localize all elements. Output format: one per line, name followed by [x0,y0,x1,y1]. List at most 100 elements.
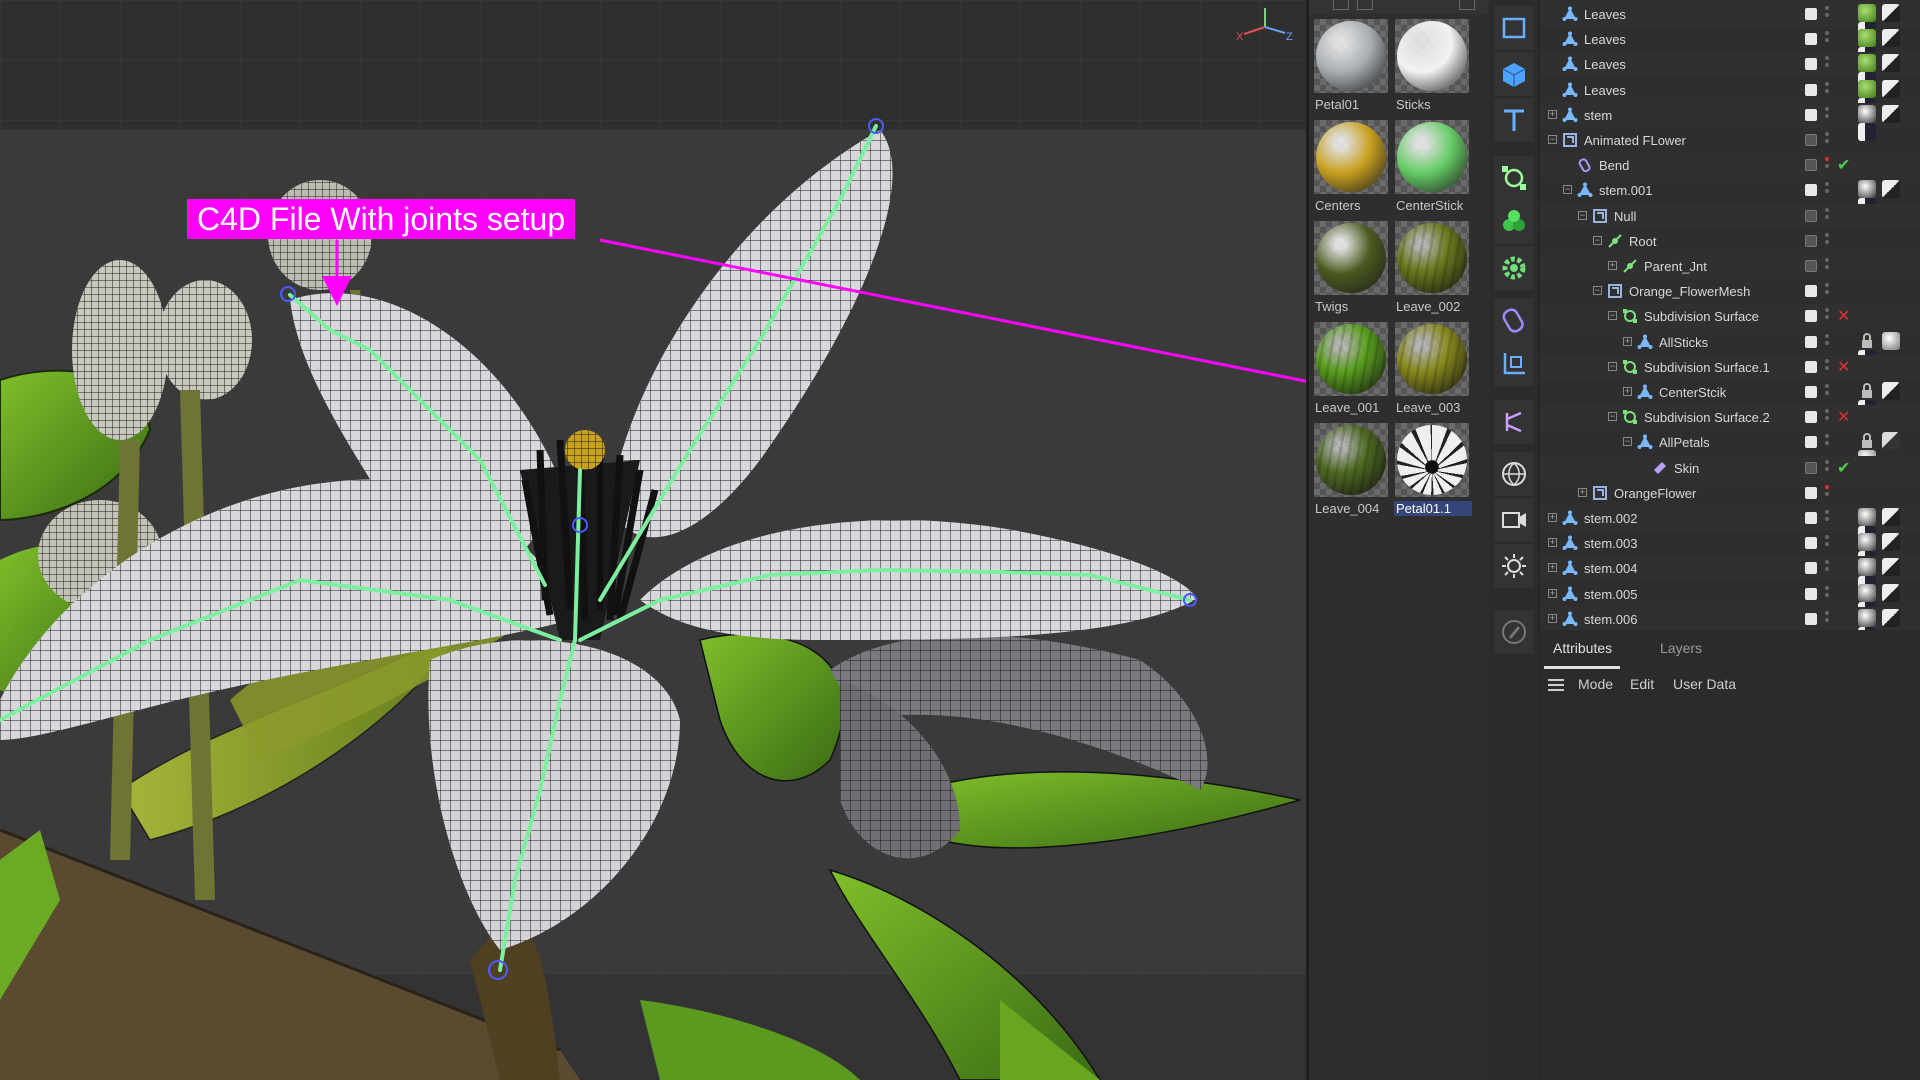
enabled-check-icon[interactable]: ✔ [1837,155,1850,175]
object-name[interactable]: stem.005 [1584,587,1637,602]
tool-button[interactable] [1492,400,1536,444]
visibility-dots-icon[interactable] [1825,484,1830,501]
material-tag-icon[interactable] [1882,4,1900,22]
object-name[interactable]: Subdivision Surface.1 [1644,360,1770,375]
object-name[interactable]: OrangeFlower [1614,486,1696,501]
object-row[interactable]: − Null [1540,203,1920,229]
disabled-x-icon[interactable]: ✕ [1837,407,1850,427]
toolbar-tab-icon[interactable] [1459,0,1475,10]
tool-button[interactable] [1492,298,1536,342]
layer-color-box[interactable] [1805,486,1817,499]
tool-button[interactable] [1492,98,1536,142]
object-name[interactable]: stem.002 [1584,511,1637,526]
material-swatch[interactable]: Petal01.1 [1393,421,1472,519]
material-tag-icon[interactable] [1858,54,1876,73]
layer-color-box[interactable] [1805,360,1817,373]
collapse-icon[interactable]: − [1578,210,1587,220]
material-tag-icon[interactable] [1858,180,1876,199]
collapse-icon[interactable]: − [1593,286,1602,296]
layer-color-box[interactable] [1805,537,1817,550]
material-swatch[interactable]: Leave_002 [1393,219,1471,317]
object-row[interactable]: − stem.001 [1540,178,1920,217]
visibility-dots-icon[interactable] [1825,232,1830,249]
layer-color-box[interactable] [1805,562,1817,575]
object-name[interactable]: AllSticks [1659,335,1708,350]
visibility-dots-icon[interactable] [1825,106,1830,123]
object-row[interactable]: + stem.003 [1540,531,1920,570]
collapse-icon[interactable]: − [1593,235,1602,245]
material-tag-icon[interactable] [1858,79,1876,98]
object-name[interactable]: stem [1584,108,1612,123]
collapse-icon[interactable]: − [1563,185,1572,195]
visibility-dots-icon[interactable] [1825,610,1830,627]
layer-color-box[interactable] [1805,184,1817,197]
layer-color-box[interactable] [1805,512,1817,524]
disabled-x-icon[interactable]: ✕ [1837,306,1850,326]
object-name[interactable]: stem.006 [1584,612,1637,627]
collapse-icon[interactable]: − [1608,311,1617,321]
toolbar-tab-icon[interactable] [1333,0,1349,10]
object-name[interactable]: Animated FLower [1584,133,1686,148]
visibility-dots-icon[interactable] [1825,157,1830,173]
menu-user-data[interactable]: User Data [1673,676,1736,692]
object-row[interactable]: − AllPetals [1540,430,1920,469]
object-name[interactable]: Leaves [1584,57,1626,72]
tool-button[interactable] [1492,498,1536,542]
material-swatch[interactable]: Leave_003 [1393,320,1471,418]
material-tag-icon[interactable] [1882,79,1900,98]
expand-icon[interactable]: + [1623,387,1632,396]
visibility-dots-icon[interactable] [1825,510,1830,526]
expand-icon[interactable]: + [1548,563,1557,573]
visibility-dots-icon[interactable] [1825,409,1830,425]
object-name[interactable]: Subdivision Surface [1644,309,1759,324]
expand-icon[interactable]: + [1548,588,1557,598]
visibility-dots-icon[interactable] [1825,434,1830,450]
object-name[interactable]: stem.004 [1584,561,1637,576]
object-name[interactable]: Leaves [1584,7,1626,22]
menu-mode[interactable]: Mode [1578,676,1613,692]
layer-color-box[interactable] [1805,58,1817,71]
material-tag-icon[interactable] [1858,583,1876,602]
layer-color-box[interactable] [1805,134,1817,146]
expand-icon[interactable]: + [1548,109,1557,119]
tool-button[interactable] [1492,6,1536,50]
material-tag-icon[interactable] [1858,104,1876,123]
layer-color-box[interactable] [1805,285,1817,298]
object-name[interactable]: stem.003 [1584,536,1637,551]
object-name[interactable]: Bend [1599,158,1629,173]
layer-color-box[interactable] [1805,587,1817,600]
object-row[interactable]: − Animated FLower [1540,128,1920,153]
material-tag-icon[interactable] [1882,508,1900,526]
material-swatch[interactable]: Leave_001 [1312,320,1390,418]
material-tag-icon[interactable] [1858,533,1876,552]
material-tag-icon[interactable] [1882,180,1900,199]
expand-icon[interactable]: + [1548,613,1557,623]
layer-color-box[interactable] [1805,386,1817,398]
layer-color-box[interactable] [1805,159,1817,172]
object-row[interactable]: + stem.006 [1540,606,1920,645]
object-row[interactable]: Bend ✔ [1540,153,1920,179]
visibility-dots-icon[interactable] [1825,31,1830,47]
visibility-dots-icon[interactable] [1825,585,1830,602]
visibility-dots-icon[interactable] [1825,358,1830,375]
object-row[interactable]: + CenterStcik [1540,380,1920,418]
object-name[interactable]: Skin [1674,461,1699,476]
object-row[interactable]: Leaves [1540,52,1920,91]
material-swatch[interactable]: CenterStick [1393,118,1471,216]
material-swatch[interactable]: Leave_004 [1312,421,1390,519]
material-tag-icon[interactable] [1882,583,1900,602]
expand-icon[interactable]: + [1608,261,1617,270]
object-row[interactable]: + stem.002 [1540,506,1920,544]
lock-icon[interactable] [1858,432,1876,450]
object-row[interactable]: + OrangeFlower [1540,481,1920,506]
material-tag-icon[interactable] [1882,382,1900,400]
disabled-x-icon[interactable]: ✕ [1837,357,1850,377]
expand-icon[interactable]: + [1623,336,1632,346]
object-row[interactable]: Leaves [1540,2,1920,40]
object-row[interactable]: − Root [1540,229,1920,254]
layer-color-box[interactable] [1805,8,1817,20]
toolbar-tab-icon[interactable] [1357,0,1373,10]
object-row[interactable]: + stem.004 [1540,556,1920,595]
object-name[interactable]: CenterStcik [1659,385,1726,400]
object-name[interactable]: Leaves [1584,32,1626,47]
